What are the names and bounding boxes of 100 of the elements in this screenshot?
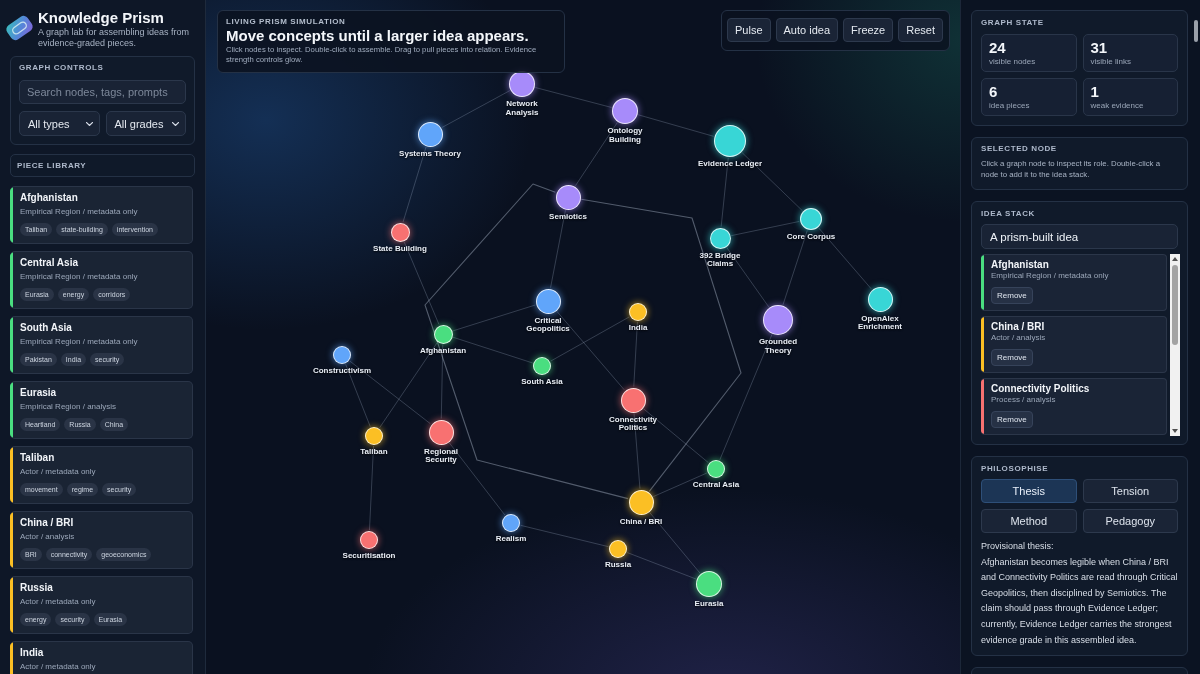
action-button[interactable]: Freeze bbox=[843, 18, 894, 42]
search-field[interactable]: Search nodes, tags, prompts bbox=[19, 80, 186, 104]
panel-title: GRAPH STATE bbox=[981, 18, 1044, 28]
chevron-down-icon bbox=[85, 121, 93, 126]
mode-tab[interactable]: Tension bbox=[1082, 479, 1178, 503]
graph-node[interactable] bbox=[555, 184, 581, 210]
thesis-heading: Provisional thesis: bbox=[981, 540, 1054, 553]
node-label: Semiotics bbox=[549, 212, 587, 221]
node-label: Systems Theory bbox=[399, 149, 461, 158]
graph-node[interactable] bbox=[417, 121, 443, 147]
app-subtitle: A graph lab for assembling ideas from evidence-graded pieces. bbox=[38, 27, 190, 49]
node-label: China / BRI bbox=[619, 517, 663, 526]
scrollbar[interactable] bbox=[1170, 254, 1180, 436]
node-label: Grounded Theory bbox=[757, 338, 799, 355]
graph-node[interactable] bbox=[709, 227, 731, 249]
filter-select[interactable]: All types bbox=[19, 111, 100, 136]
remove-button[interactable]: Remove bbox=[991, 287, 1033, 304]
scrollbar-thumb[interactable] bbox=[1172, 265, 1178, 345]
remove-button[interactable]: Remove bbox=[991, 411, 1033, 428]
piece-meta: Empirical Region / metadata only bbox=[20, 337, 138, 347]
stat-value: 6 bbox=[989, 83, 998, 101]
node-label: State Building bbox=[373, 244, 427, 253]
node-label: Constructivism bbox=[312, 367, 372, 376]
graph-node[interactable] bbox=[867, 286, 893, 312]
node-label: Network Analysis bbox=[504, 100, 540, 117]
graph-node[interactable] bbox=[628, 489, 654, 515]
graph-node[interactable] bbox=[509, 71, 535, 97]
stat-value: 1 bbox=[1090, 83, 1099, 101]
piece-title: Taliban bbox=[20, 452, 55, 464]
node-label: Taliban bbox=[360, 448, 388, 457]
stat-label: visible nodes bbox=[989, 57, 1036, 67]
graph-node[interactable] bbox=[714, 125, 746, 157]
app-title: Knowledge Prism bbox=[38, 10, 164, 25]
action-button[interactable]: Reset bbox=[898, 18, 943, 42]
idea-title: Afghanistan bbox=[991, 259, 1049, 271]
node-label: Regional Security bbox=[423, 447, 459, 465]
graph-node[interactable] bbox=[535, 288, 561, 314]
piece-title: South Asia bbox=[20, 322, 72, 334]
node-label: Evidence Ledger bbox=[698, 160, 762, 169]
node-label: Central Asia bbox=[692, 481, 740, 490]
mode-tab[interactable]: Method bbox=[981, 509, 1077, 533]
stat-label: idea pieces bbox=[989, 101, 1030, 111]
node-label: Critical Geopolitics bbox=[525, 316, 571, 334]
idea-title: China / BRI bbox=[991, 321, 1045, 333]
node-label: Eurasia bbox=[694, 600, 724, 609]
graph-node[interactable] bbox=[365, 427, 383, 445]
chevron-down-icon bbox=[172, 121, 179, 126]
graph-node[interactable] bbox=[502, 514, 520, 532]
graph-node[interactable] bbox=[763, 305, 793, 335]
node-label: OpenAlex Enrichment bbox=[857, 314, 903, 332]
graph-node[interactable] bbox=[333, 346, 351, 364]
node-label: South Asia bbox=[521, 378, 563, 387]
idea-meta: Process / analysis bbox=[991, 395, 1056, 405]
node-label: Core Corpus bbox=[786, 233, 836, 242]
node-label: 392 Bridge Claims bbox=[698, 251, 742, 269]
idea-meta: Actor / analysis bbox=[991, 333, 1046, 343]
stat-value: 31 bbox=[1090, 39, 1108, 57]
stat-value: 24 bbox=[989, 39, 1006, 57]
graph-node[interactable] bbox=[707, 460, 725, 478]
graph-node[interactable] bbox=[360, 531, 378, 549]
graph-node[interactable] bbox=[390, 222, 410, 242]
graph-node[interactable] bbox=[609, 540, 627, 558]
idea-name-field[interactable]: A prism-built idea bbox=[981, 224, 1178, 249]
graph-node[interactable] bbox=[433, 324, 453, 344]
filter-select[interactable]: All grades bbox=[105, 111, 186, 136]
intro-title: Move concepts until a larger idea appears. bbox=[226, 27, 529, 45]
panel-title: PHILOSOPHISE bbox=[981, 464, 1049, 474]
idea-meta: Empirical Region / metadata only bbox=[991, 271, 1109, 281]
graph-node[interactable] bbox=[428, 419, 454, 445]
panel-title: GRAPH CONTROLS bbox=[19, 63, 104, 73]
action-button[interactable]: Pulse bbox=[727, 18, 771, 42]
node-label: Ontology Building bbox=[606, 127, 644, 144]
mode-tab[interactable]: Thesis bbox=[981, 479, 1077, 503]
piece-title: India bbox=[20, 647, 44, 659]
panel-title: SELECTED NODE bbox=[981, 144, 1057, 154]
caret-up-icon[interactable] bbox=[1172, 257, 1178, 261]
graph-node[interactable] bbox=[696, 571, 722, 597]
graph-node[interactable] bbox=[800, 208, 822, 230]
mode-tab[interactable]: Pedagogy bbox=[1082, 509, 1178, 533]
panel-eyebrow: LIVING PRISM SIMULATION bbox=[226, 17, 346, 27]
piece-meta: Actor / metadata only bbox=[20, 467, 96, 477]
stat-label: weak evidence bbox=[1090, 101, 1144, 111]
piece-title: Russia bbox=[20, 582, 53, 594]
graph-node[interactable] bbox=[612, 98, 638, 124]
remove-button[interactable]: Remove bbox=[991, 349, 1033, 366]
piece-title: Afghanistan bbox=[20, 192, 78, 204]
node-label: Connectivity Politics bbox=[608, 415, 658, 433]
piece-card[interactable]: India Actor / metadata only bbox=[10, 641, 193, 674]
piece-meta: Actor / analysis bbox=[20, 532, 75, 542]
node-label: Realism bbox=[495, 535, 527, 544]
graph-node[interactable] bbox=[533, 357, 551, 375]
graph-node[interactable] bbox=[629, 303, 647, 321]
piece-meta: Empirical Region / metadata only bbox=[20, 272, 138, 282]
idea-title: Connectivity Politics bbox=[991, 383, 1090, 395]
piece-meta: Empirical Region / analysis bbox=[20, 402, 117, 412]
piece-title: Eurasia bbox=[20, 387, 57, 399]
action-button[interactable]: Auto idea bbox=[775, 18, 838, 42]
caret-down-icon[interactable] bbox=[1172, 429, 1178, 433]
graph-node[interactable] bbox=[620, 387, 646, 413]
scrollbar-thumb[interactable] bbox=[1194, 20, 1198, 42]
